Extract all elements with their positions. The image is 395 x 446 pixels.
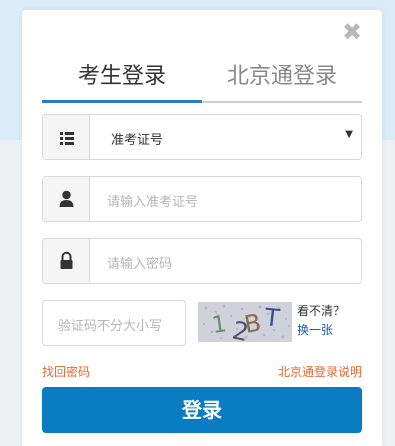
- active-tab-indicator: [42, 100, 202, 103]
- password-input[interactable]: 请输入密码: [42, 238, 362, 284]
- password-placeholder: 请输入密码: [107, 257, 173, 272]
- inactive-tab-divider: [202, 101, 362, 103]
- captcha-placeholder: 验证码不分大小写: [58, 319, 163, 334]
- close-button[interactable]: ✖: [342, 20, 362, 44]
- captcha-refresh-link[interactable]: 换一张: [297, 321, 333, 338]
- login-panel: ✖ 考生登录 北京通登录 准考证号 ▼ 请输入准考证号 请输入密码 验证码不分大…: [22, 10, 382, 446]
- tab-beijing-login[interactable]: 北京通登录: [202, 62, 362, 102]
- tab-exam-login[interactable]: 考生登录: [42, 62, 202, 102]
- exam-number-placeholder: 请输入准考证号: [107, 195, 199, 210]
- id-type-selected: 准考证号: [111, 133, 164, 148]
- svg-text:T: T: [262, 303, 281, 333]
- retrieve-password-link[interactable]: 找回密码: [42, 363, 90, 380]
- login-button[interactable]: 登录: [42, 387, 362, 433]
- list-icon: [43, 115, 90, 159]
- captcha-unclear-label: 看不清？: [297, 304, 346, 318]
- login-tabs: 考生登录 北京通登录: [42, 62, 362, 103]
- id-type-select[interactable]: 准考证号 ▼: [42, 114, 362, 160]
- captcha-input[interactable]: 验证码不分大小写: [42, 300, 186, 346]
- chevron-down-icon: ▼: [345, 129, 353, 140]
- exam-number-input[interactable]: 请输入准考证号: [42, 176, 362, 222]
- captcha-image[interactable]: 1 2 B T: [198, 302, 292, 347]
- beijing-login-help-link[interactable]: 北京通登录说明: [278, 363, 362, 380]
- user-icon: [43, 177, 90, 221]
- lock-icon: [43, 239, 90, 283]
